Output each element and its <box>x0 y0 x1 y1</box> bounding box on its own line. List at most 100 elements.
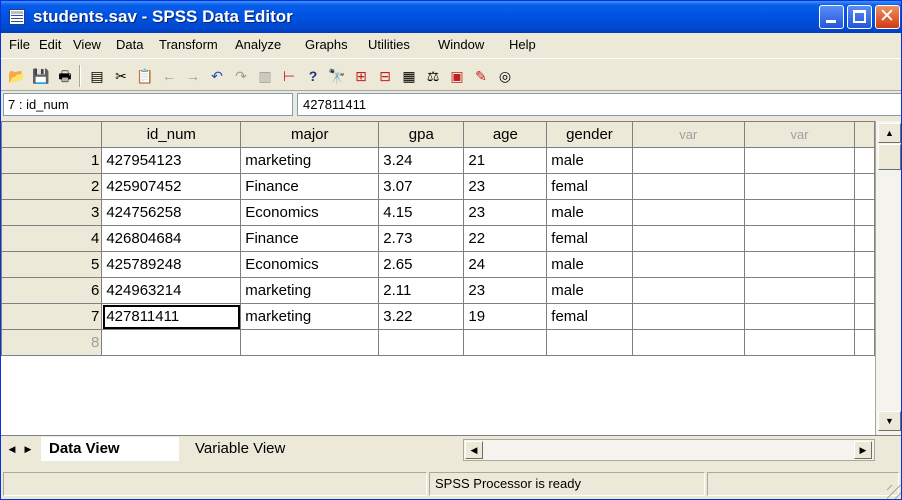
table-cell[interactable]: 23 <box>463 173 548 200</box>
table-cell[interactable] <box>743 277 856 304</box>
row-header[interactable]: 5 <box>1 251 103 278</box>
back-icon[interactable]: ← <box>159 66 179 86</box>
table-cell[interactable] <box>240 329 380 356</box>
vertical-scroll-thumb[interactable] <box>878 144 901 170</box>
insert-variable-icon[interactable]: ⊟ <box>375 66 395 86</box>
find-icon[interactable]: 🔭 <box>327 66 347 86</box>
table-cell[interactable]: Finance <box>240 225 380 252</box>
table-cell[interactable]: 24 <box>463 251 548 278</box>
column-header[interactable]: age <box>463 121 548 148</box>
table-cell[interactable]: Economics <box>240 199 380 226</box>
table-cell[interactable]: femal <box>546 303 633 330</box>
table-cell[interactable]: male <box>546 147 633 174</box>
table-cell[interactable]: male <box>546 199 633 226</box>
undo-icon[interactable]: ↶ <box>207 66 227 86</box>
table-cell[interactable] <box>854 199 875 226</box>
tab-scroll-right-button[interactable]: ▶ <box>21 439 35 459</box>
table-cell[interactable]: 4.15 <box>378 199 465 226</box>
corner-cell[interactable] <box>1 121 103 148</box>
table-cell[interactable] <box>854 329 875 356</box>
table-cell[interactable] <box>631 199 745 226</box>
table-cell[interactable] <box>378 329 465 356</box>
vertical-scrollbar[interactable]: ▲ ▼ <box>875 121 901 435</box>
table-cell[interactable] <box>631 147 745 174</box>
table-cell[interactable]: male <box>546 251 633 278</box>
table-cell[interactable] <box>743 303 856 330</box>
horizontal-scrollbar[interactable]: ◀ ▶ <box>463 439 875 461</box>
scroll-right-button[interactable]: ▶ <box>854 441 872 459</box>
column-header-empty[interactable]: var <box>631 121 745 148</box>
table-cell[interactable] <box>854 147 875 174</box>
active-cell[interactable]: 427811411 <box>101 303 242 330</box>
table-cell[interactable]: 2.73 <box>378 225 465 252</box>
row-header[interactable]: 7 <box>1 303 103 330</box>
table-cell[interactable]: 425789248 <box>101 251 242 278</box>
tab-variable-view[interactable]: Variable View <box>181 437 329 461</box>
table-cell[interactable]: 3.22 <box>378 303 465 330</box>
split-file-icon[interactable]: ▦ <box>399 66 419 86</box>
redo-icon[interactable]: ↷ <box>231 66 251 86</box>
close-button[interactable]: ✕ <box>875 5 900 29</box>
column-header[interactable]: gpa <box>378 121 465 148</box>
use-sets-icon[interactable]: ◎ <box>495 66 515 86</box>
table-cell[interactable]: 3.07 <box>378 173 465 200</box>
spreadsheet-app-icon[interactable] <box>9 9 25 25</box>
table-cell[interactable]: 424756258 <box>101 199 242 226</box>
dialog-recall-icon[interactable]: ▤ <box>87 66 107 86</box>
table-cell[interactable]: 427954123 <box>101 147 242 174</box>
goto-chart-icon[interactable]: ▥ <box>255 66 275 86</box>
column-header[interactable]: gender <box>546 121 633 148</box>
table-cell[interactable]: marketing <box>240 277 380 304</box>
table-cell[interactable] <box>631 225 745 252</box>
save-icon[interactable]: 💾 <box>31 66 51 86</box>
column-header-partial[interactable] <box>854 121 875 148</box>
column-header-empty[interactable]: var <box>743 121 856 148</box>
menu-window[interactable]: Window <box>438 37 484 52</box>
table-cell[interactable] <box>854 303 875 330</box>
table-cell[interactable]: femal <box>546 225 633 252</box>
column-header[interactable]: major <box>240 121 380 148</box>
table-cell[interactable]: 19 <box>463 303 548 330</box>
forward-icon[interactable]: → <box>183 66 203 86</box>
table-cell[interactable] <box>743 225 856 252</box>
table-cell[interactable] <box>743 173 856 200</box>
title-bar[interactable]: students.sav - SPSS Data Editor ✕ <box>1 1 901 33</box>
row-header[interactable]: 8 <box>1 329 103 356</box>
table-cell[interactable] <box>631 251 745 278</box>
select-cases-icon[interactable]: ▣ <box>447 66 467 86</box>
table-cell[interactable]: 2.11 <box>378 277 465 304</box>
value-labels-icon[interactable]: ✎ <box>471 66 491 86</box>
row-header[interactable]: 2 <box>1 173 103 200</box>
menu-edit[interactable]: Edit <box>39 37 61 52</box>
table-cell[interactable] <box>854 173 875 200</box>
table-cell[interactable] <box>743 147 856 174</box>
table-cell[interactable] <box>631 303 745 330</box>
table-cell[interactable] <box>854 277 875 304</box>
weight-cases-icon[interactable]: ⚖ <box>423 66 443 86</box>
row-header[interactable]: 1 <box>1 147 103 174</box>
table-cell[interactable]: 424963214 <box>101 277 242 304</box>
table-cell[interactable] <box>631 173 745 200</box>
cut-icon[interactable]: ✂ <box>111 66 131 86</box>
resize-grip-icon[interactable] <box>887 485 901 499</box>
table-cell[interactable] <box>463 329 548 356</box>
table-cell[interactable]: 23 <box>463 277 548 304</box>
menu-utilities[interactable]: Utilities <box>368 37 410 52</box>
row-header[interactable]: 3 <box>1 199 103 226</box>
table-cell[interactable] <box>854 251 875 278</box>
scroll-up-button[interactable]: ▲ <box>878 123 901 143</box>
open-icon[interactable]: 📂 <box>7 66 27 86</box>
tab-data-view[interactable]: Data View <box>41 437 179 461</box>
row-header[interactable]: 4 <box>1 225 103 252</box>
maximize-button[interactable] <box>847 5 872 29</box>
menu-view[interactable]: View <box>73 37 101 52</box>
menu-transform[interactable]: Transform <box>159 37 218 52</box>
table-cell[interactable]: 426804684 <box>101 225 242 252</box>
variables-icon[interactable]: ? <box>303 66 323 86</box>
column-header[interactable]: id_num <box>101 121 242 148</box>
table-cell[interactable]: femal <box>546 173 633 200</box>
minimize-button[interactable] <box>819 5 844 29</box>
insert-case-icon[interactable]: ⊞ <box>351 66 371 86</box>
table-cell[interactable]: Economics <box>240 251 380 278</box>
table-cell[interactable] <box>743 199 856 226</box>
